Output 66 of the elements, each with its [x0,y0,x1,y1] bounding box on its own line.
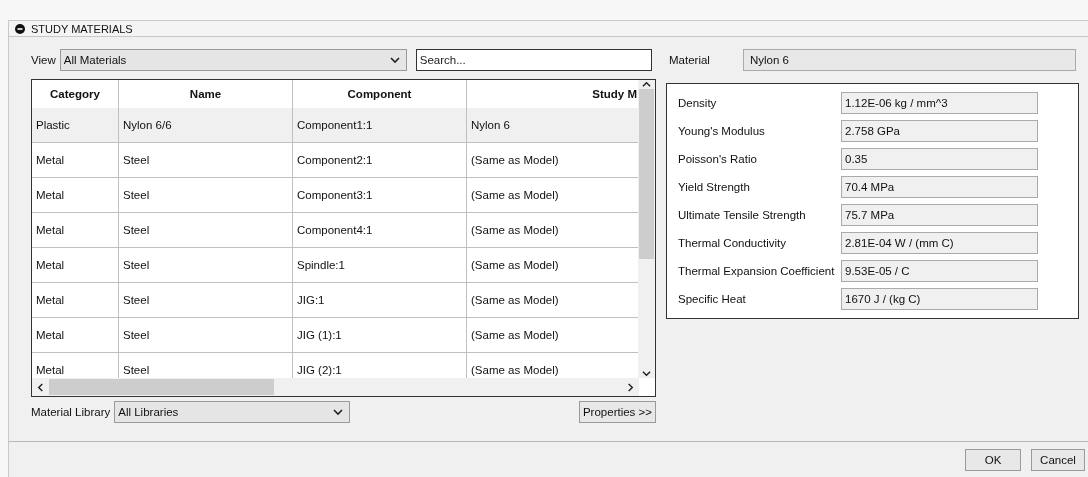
property-label: Poisson's Ratio [678,153,758,166]
scroll-thumb[interactable] [639,89,654,260]
table-cell: Steel [119,213,293,248]
property-value-field: 75.7 MPa [841,204,1038,227]
property-label: Specific Heat [678,293,747,306]
table-cell: Metal [32,213,119,248]
vertical-scrollbar[interactable] [638,80,655,379]
properties-button[interactable]: Properties >> [578,401,656,424]
table-cell: Metal [32,318,119,353]
property-label: Yield Strength [678,181,751,194]
table-cell: Component3:1 [293,178,467,213]
table-cell: Plastic [32,108,119,143]
table-cell: Component1:1 [293,108,467,143]
view-dropdown[interactable]: All Materials [59,49,407,72]
scroll-thumb[interactable] [49,379,274,396]
table-cell: Metal [32,143,119,178]
ok-button[interactable]: OK [965,448,1021,471]
search-field[interactable]: Search... [415,49,652,72]
property-label: Density [678,97,718,110]
library-label: Material Library [31,406,111,419]
table-row[interactable]: Metal Steel Component2:1 (Same as Model) [32,143,639,179]
panel-title: STUDY MATERIALS [31,22,133,35]
table-cell: Steel [119,248,293,283]
table-cell: Nylon 6/6 [119,108,293,143]
material-label: Material [668,54,711,67]
table-cell: JIG:1 [293,283,467,318]
table-cell: Steel [119,143,293,178]
table-row[interactable]: Metal Steel JIG (1):1 (Same as Model) [32,318,639,354]
property-label: Thermal Expansion Coefficient [678,265,836,278]
table-cell: Steel [119,318,293,353]
scroll-down-icon [642,369,651,379]
table-cell: Metal [32,283,119,318]
chevron-down-icon [333,407,344,418]
property-value-field: 1670 J / (kg C) [841,288,1038,311]
horizontal-scrollbar[interactable] [32,378,639,397]
table-cell: Steel [119,283,293,318]
table-cell: Component2:1 [293,143,467,178]
property-label: Young's Modulus [678,125,766,138]
table-cell: JIG (1):1 [293,318,467,353]
table-row[interactable]: Metal Steel Spindle:1 (Same as Model) [32,248,639,284]
table-cell: Spindle:1 [293,248,467,283]
property-value-field: 2.758 GPa [841,120,1038,143]
property-label: Thermal Conductivity [678,237,787,250]
property-label: Ultimate Tensile Strength [678,209,807,222]
property-value-field: 0.35 [841,148,1038,171]
material-field: Nylon 6 [743,49,1076,72]
table-row[interactable]: Metal Steel JIG:1 (Same as Model) [32,283,639,319]
scroll-up-icon [642,80,651,90]
scroll-left-icon [36,382,45,392]
property-value-field: 2.81E-04 W / (mm C) [841,232,1038,255]
table-row[interactable]: Plastic Nylon 6/6 Component1:1 Nylon 6 [32,108,639,144]
table-cell: Metal [32,178,119,213]
scroll-right-icon [626,382,635,392]
table-row[interactable]: Metal Steel Component4:1 (Same as Model) [32,213,639,249]
property-value-field: 9.53E-05 / C [841,260,1038,283]
table-row[interactable]: Metal Steel Component3:1 (Same as Model) [32,178,639,214]
cancel-button[interactable]: Cancel [1031,448,1085,471]
chevron-down-icon [389,55,400,66]
table-cell: Component4:1 [293,213,467,248]
table-cell: Steel [119,178,293,213]
property-value-field: 1.12E-06 kg / mm^3 [841,92,1038,115]
column-header[interactable]: Study M [467,80,639,109]
library-dropdown[interactable]: All Libraries [114,401,351,424]
property-value-field: 70.4 MPa [841,176,1038,199]
table-cell: Metal [32,248,119,283]
view-label: View [31,54,56,67]
